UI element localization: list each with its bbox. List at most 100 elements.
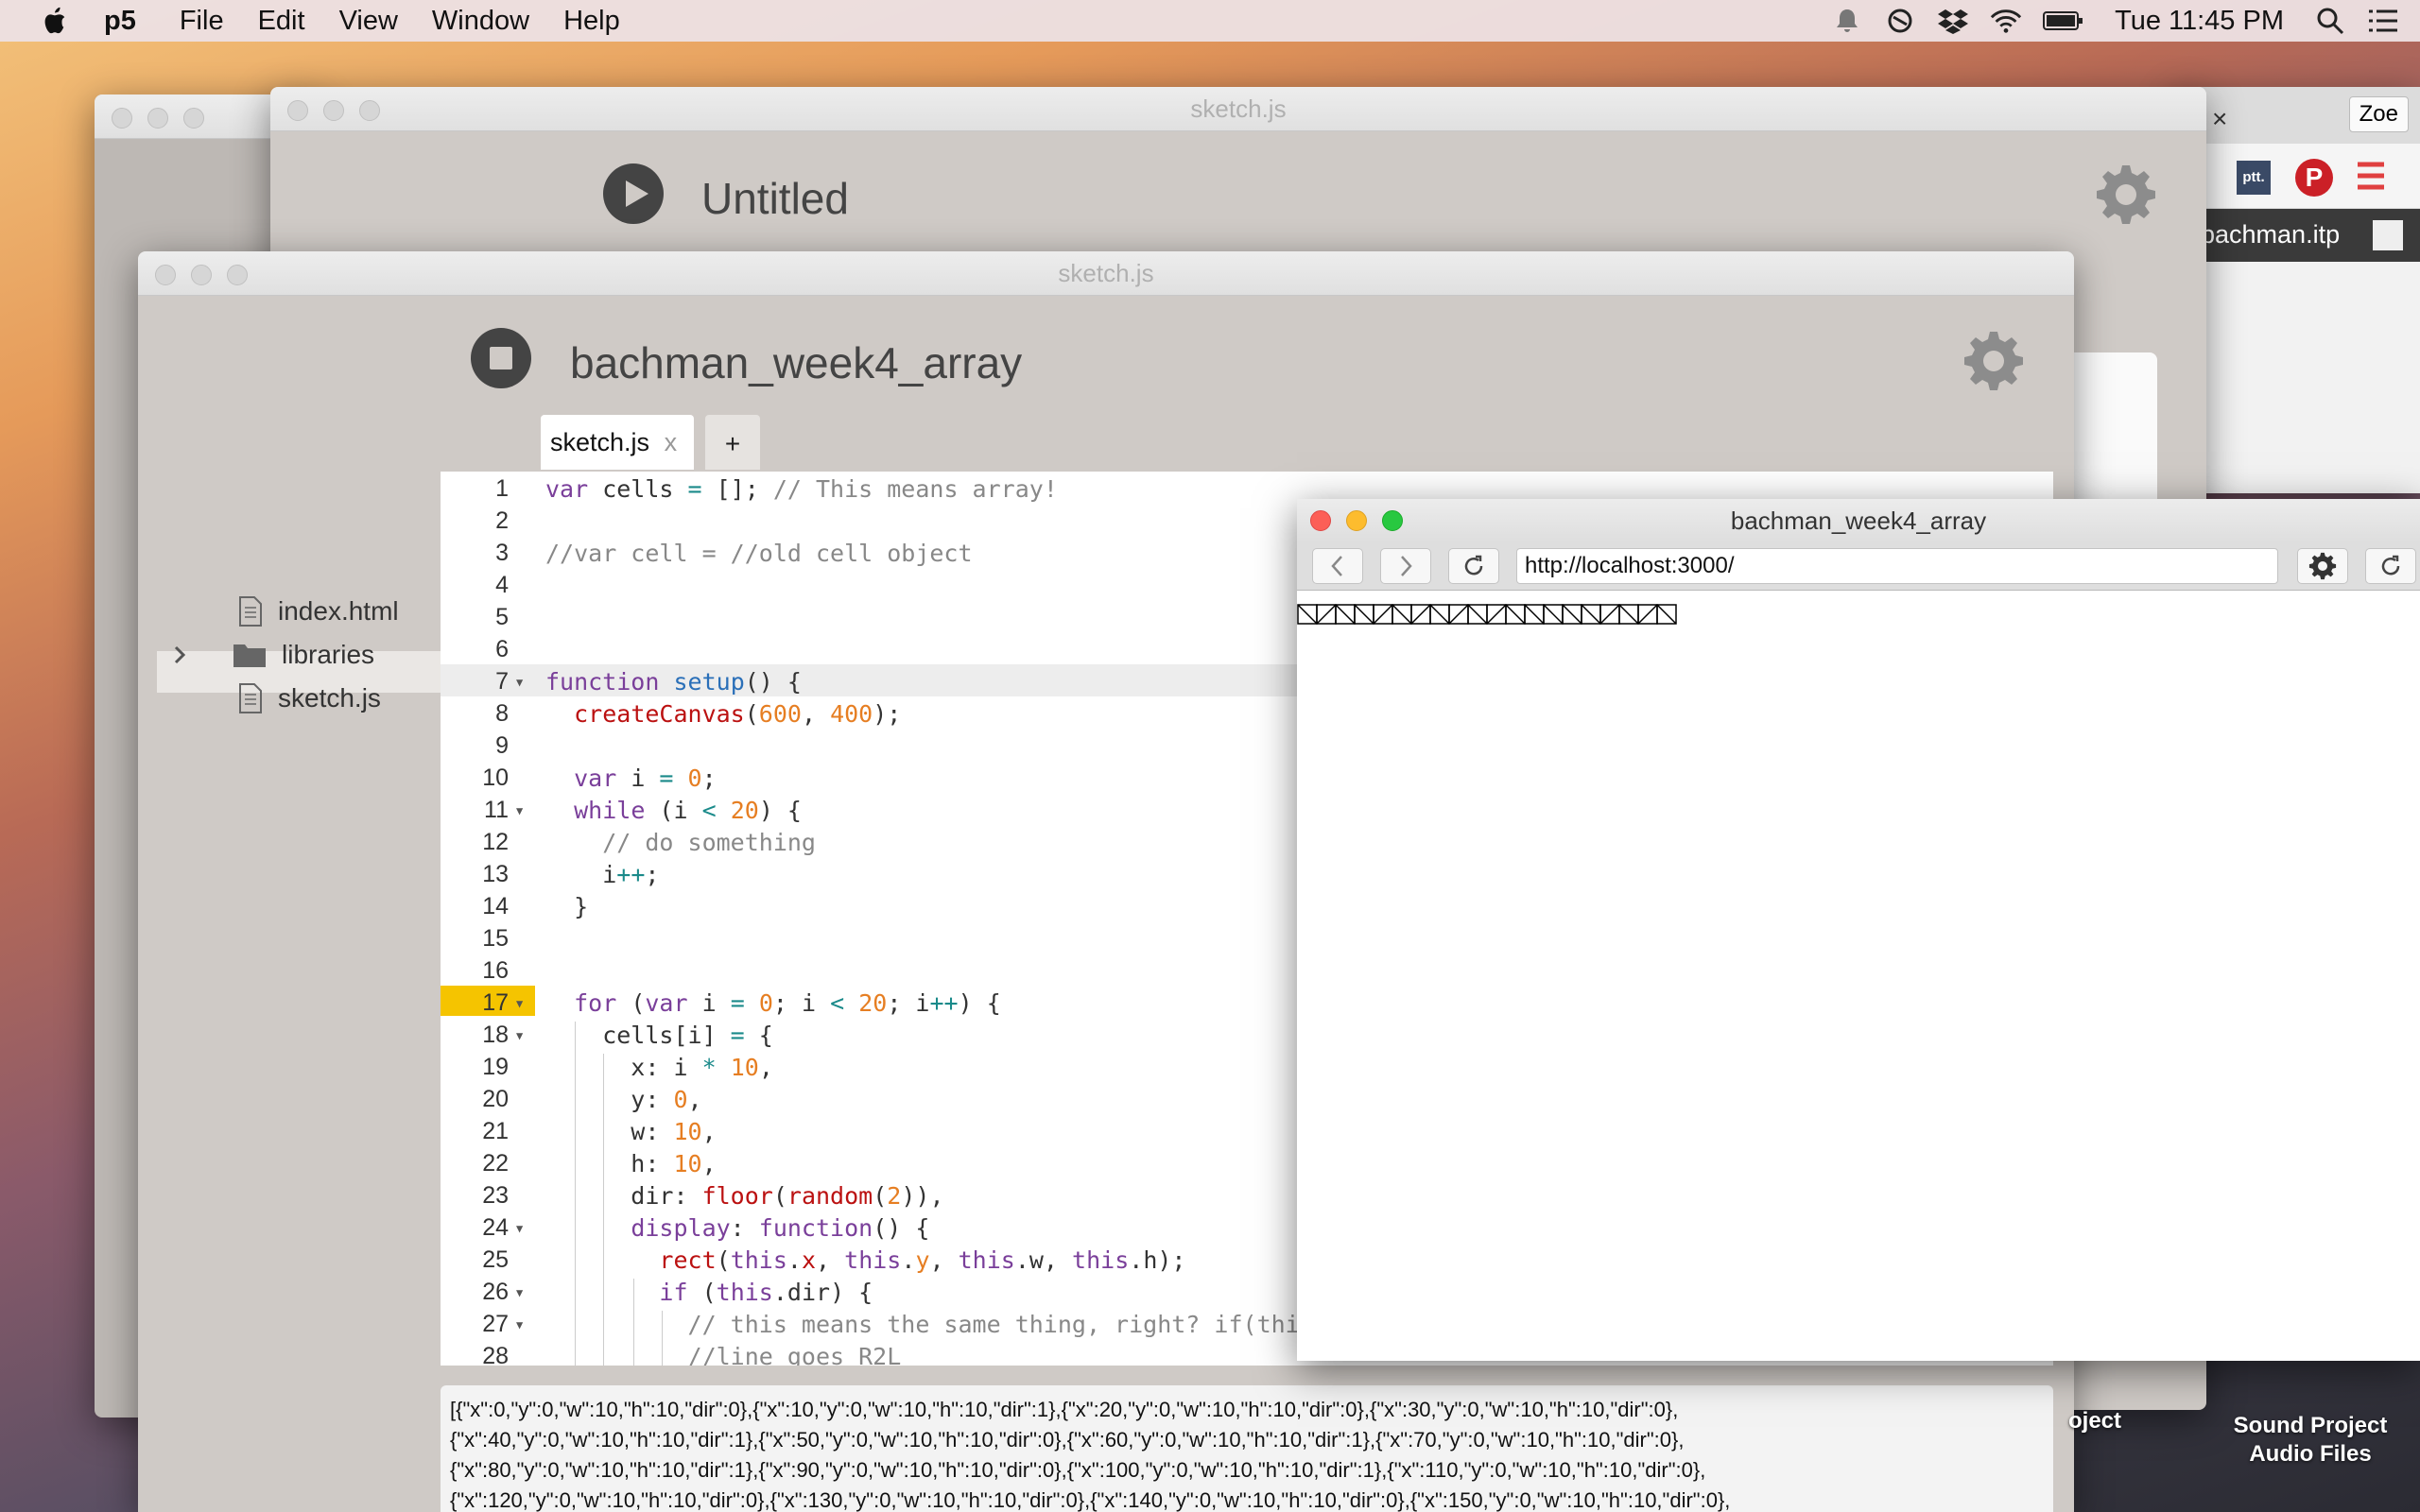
- play-icon[interactable]: [601, 162, 666, 226]
- ptt-bookmark-icon[interactable]: ptt.: [2237, 161, 2271, 195]
- main-window-titlebar: sketch.js: [138, 251, 2074, 296]
- sidebar-file-index-html[interactable]: index.html: [238, 596, 399, 627]
- untitled-window-titlebar: sketch.js: [270, 87, 2206, 131]
- preview-settings-button[interactable]: [2297, 548, 2348, 584]
- line-number: 6: [495, 636, 509, 662]
- code-line: //line goes R2L: [687, 1343, 902, 1366]
- code-line: //var cell = //old cell object: [545, 540, 973, 567]
- sketch-cell-diagonal: [1637, 604, 1658, 625]
- menu-bar: p5 File Edit View Window Help Tue 11:45 …: [0, 0, 2420, 42]
- fold-arrow-icon[interactable]: ▼: [516, 1318, 523, 1332]
- untitled-window-controls[interactable]: [287, 100, 380, 121]
- line-number: 5: [495, 604, 509, 630]
- console-line: {"x":40,"y":0,"w":10,"h":10,"dir":1},{"x…: [450, 1428, 1685, 1452]
- reload-button[interactable]: [1448, 548, 1499, 584]
- preview-refresh-button[interactable]: [2365, 548, 2416, 584]
- menu-help[interactable]: Help: [563, 6, 620, 37]
- menu-view[interactable]: View: [339, 6, 398, 37]
- sync-icon[interactable]: [1884, 7, 1916, 35]
- code-line: while (i < 20) {: [574, 797, 802, 824]
- sketch-cell-diagonal: [1354, 604, 1374, 625]
- line-number: 19: [482, 1054, 509, 1080]
- line-number: 27: [482, 1311, 509, 1337]
- code-line: if (this.dir) {: [659, 1279, 873, 1306]
- line-number: 14: [482, 893, 509, 919]
- far-window-controls[interactable]: [112, 108, 204, 129]
- fold-arrow-icon[interactable]: ▼: [516, 676, 523, 689]
- fold-arrow-icon[interactable]: ▼: [516, 997, 523, 1010]
- add-tab-button[interactable]: +: [705, 415, 760, 470]
- stop-icon[interactable]: [469, 326, 533, 390]
- apple-icon[interactable]: [40, 6, 68, 36]
- user-avatar-icon[interactable]: [2373, 220, 2403, 250]
- line-number: 16: [482, 957, 509, 984]
- untitled-gear-icon[interactable]: [2095, 163, 2157, 226]
- pinterest-icon[interactable]: P: [2295, 159, 2333, 197]
- code-line: dir: floor(random(2)),: [545, 1182, 944, 1210]
- reload-icon: [2381, 555, 2400, 576]
- fold-arrow-icon[interactable]: ▼: [516, 1222, 523, 1235]
- preview-window-title: bachman_week4_array: [1730, 507, 1987, 535]
- settings-gear-icon[interactable]: [1962, 330, 2025, 392]
- code-line: function setup() {: [545, 668, 802, 696]
- desktop-item-label-partial[interactable]: oject: [2068, 1408, 2121, 1435]
- desktop-label-line: Sound Project: [2233, 1413, 2388, 1438]
- sketch-cell-diagonal: [1373, 604, 1393, 625]
- app-menu[interactable]: p5: [104, 6, 136, 37]
- menu-edit[interactable]: Edit: [258, 6, 305, 37]
- untitled-sketch-name[interactable]: Untitled: [701, 173, 849, 224]
- menu-window[interactable]: Window: [432, 6, 529, 37]
- tab-sketch-js[interactable]: sketch.js x: [541, 415, 694, 470]
- fold-arrow-icon[interactable]: ▼: [516, 1286, 523, 1299]
- desktop-item-label[interactable]: Sound Project Audio Files: [2218, 1412, 2403, 1469]
- sidebar-folder-libraries[interactable]: libraries: [170, 640, 374, 670]
- search-icon[interactable]: [2314, 7, 2346, 35]
- line-number: 12: [482, 829, 509, 855]
- line-number: 22: [482, 1150, 509, 1177]
- fold-arrow-icon[interactable]: ▼: [516, 1029, 523, 1042]
- menu-icon[interactable]: [2356, 157, 2386, 195]
- console-line: {"x":80,"y":0,"w":10,"h":10,"dir":1},{"x…: [450, 1458, 1706, 1482]
- fold-arrow-icon[interactable]: ▼: [516, 804, 523, 817]
- sidebar-file-sketch-js[interactable]: sketch.js: [238, 683, 381, 713]
- menu-file[interactable]: File: [180, 6, 224, 37]
- forward-button[interactable]: [1380, 548, 1431, 584]
- code-line: for (var i = 0; i < 20; i++) {: [574, 989, 1001, 1017]
- sketch-name[interactable]: bachman_week4_array: [570, 337, 1022, 388]
- line-number: 28: [482, 1343, 509, 1366]
- sketch-cell-diagonal: [1524, 604, 1545, 625]
- clock[interactable]: Tue 11:45 PM: [2115, 6, 2284, 37]
- url-field[interactable]: http://localhost:3000/: [1516, 548, 2278, 584]
- main-window-controls[interactable]: [155, 265, 248, 285]
- line-number: 8: [495, 700, 509, 727]
- wifi-icon[interactable]: [1990, 7, 2022, 35]
- back-button[interactable]: [1312, 548, 1363, 584]
- code-line: rect(this.x, this.y, this.w, this.h);: [659, 1246, 1186, 1274]
- dropbox-icon[interactable]: [1937, 7, 1969, 35]
- line-number: 4: [495, 572, 509, 598]
- chrome-profile-button[interactable]: Zoe: [2348, 96, 2409, 132]
- chevron-left-icon: [1331, 556, 1342, 576]
- tab-close-icon[interactable]: ×: [2212, 104, 2227, 134]
- sketch-cell-diagonal: [1599, 604, 1620, 625]
- console-output[interactable]: [{"x":0,"y":0,"w":10,"h":10,"dir":0},{"x…: [441, 1385, 2053, 1512]
- bell-icon[interactable]: [1831, 7, 1863, 35]
- code-line: cells[i] = {: [545, 1022, 773, 1049]
- line-number: 24: [482, 1214, 509, 1241]
- sketch-canvas[interactable]: [1297, 591, 2420, 1360]
- list-icon[interactable]: [2367, 7, 2399, 35]
- battery-icon[interactable]: [2043, 7, 2084, 35]
- sketch-cell-diagonal: [1618, 604, 1639, 625]
- line-number: 7: [495, 668, 509, 695]
- gear-icon: [2308, 552, 2337, 580]
- code-line: }: [545, 893, 589, 920]
- preview-window-controls[interactable]: [1310, 510, 1403, 531]
- chevron-right-icon[interactable]: [170, 644, 189, 666]
- line-number: 15: [482, 925, 509, 952]
- line-number: 17: [482, 989, 509, 1016]
- tab-close-icon[interactable]: x: [665, 428, 678, 456]
- chrome-user-label[interactable]: bachman.itp: [2201, 220, 2340, 249]
- sketch-cell-diagonal: [1410, 604, 1431, 625]
- sketch-cell-diagonal: [1392, 604, 1412, 625]
- desktop-label-line: Audio Files: [2249, 1441, 2372, 1467]
